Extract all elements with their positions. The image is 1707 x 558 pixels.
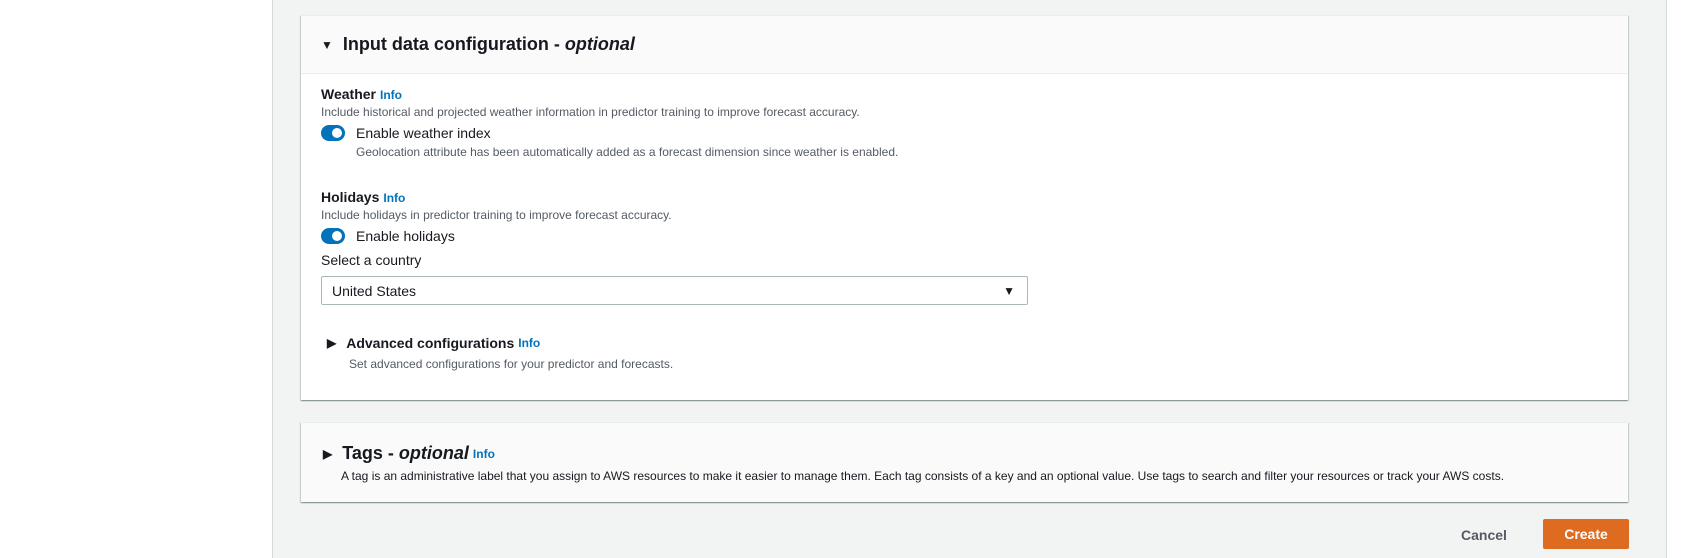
holidays-toggle[interactable]: Enable holidays	[321, 228, 1608, 244]
country-select[interactable]: United States ▼	[321, 276, 1028, 305]
cancel-button[interactable]: Cancel	[1461, 527, 1507, 543]
weather-toggle[interactable]: Enable weather index	[321, 125, 1608, 141]
weather-heading: Weather	[321, 86, 376, 102]
tags-header[interactable]: ▶ Tags - optional Info	[323, 443, 1606, 464]
weather-info-link[interactable]: Info	[380, 88, 402, 102]
input-data-configuration-header[interactable]: ▼ Input data configuration - optional	[301, 16, 1628, 74]
tags-description: A tag is an administrative label that yo…	[341, 469, 1505, 483]
holidays-description: Include holidays in predictor training t…	[321, 208, 672, 222]
country-select-value: United States	[332, 282, 417, 299]
caret-down-icon: ▼	[321, 37, 333, 52]
tags-panel: ▶ Tags - optional Info A tag is an adminis…	[301, 422, 1628, 502]
country-label: Select a country	[321, 252, 422, 268]
caret-down-icon: ▼	[1003, 283, 1015, 298]
main-content: ▼ Input data configuration - optional We…	[272, 0, 1667, 558]
toggle-switch[interactable]	[321, 125, 345, 141]
advanced-configurations-toggle[interactable]: ▶ Advanced configurations Info	[327, 335, 1608, 351]
create-button[interactable]: Create	[1543, 519, 1629, 549]
weather-description: Include historical and projected weather…	[321, 105, 860, 119]
holidays-toggle-label: Enable holidays	[356, 228, 455, 244]
holidays-info-link[interactable]: Info	[383, 191, 405, 205]
holidays-heading: Holidays	[321, 189, 380, 205]
advanced-description: Set advanced configurations for your pre…	[349, 357, 674, 371]
panel-title-optional: optional	[564, 34, 635, 54]
advanced-title: Advanced configurations	[346, 335, 515, 351]
toggle-switch[interactable]	[321, 228, 345, 244]
caret-right-icon: ▶	[323, 446, 333, 461]
tags-title: Tags -	[342, 443, 394, 463]
advanced-info-link[interactable]: Info	[518, 336, 540, 350]
tags-info-link[interactable]: Info	[473, 447, 495, 461]
caret-right-icon: ▶	[327, 336, 337, 350]
panel-title: Input data configuration -	[342, 34, 560, 54]
weather-toggle-label: Enable weather index	[356, 125, 491, 141]
tags-title-optional: optional	[398, 443, 469, 463]
input-data-configuration-panel: ▼ Input data configuration - optional We…	[301, 15, 1628, 400]
weather-note: Geolocation attribute has been automatic…	[356, 145, 899, 159]
